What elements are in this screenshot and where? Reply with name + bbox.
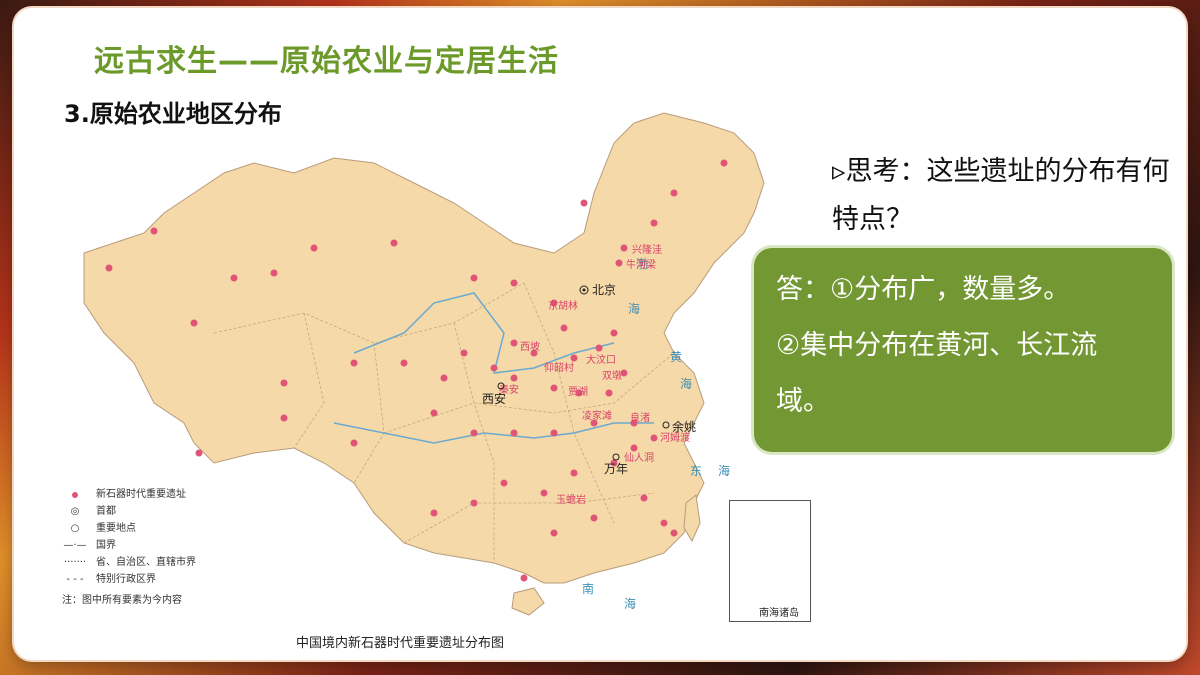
site-dot xyxy=(560,324,568,332)
site-dot xyxy=(615,259,623,267)
site-dot xyxy=(610,329,618,337)
site-dot xyxy=(490,364,498,372)
site-dot xyxy=(650,219,658,227)
site-dot xyxy=(470,429,478,437)
sea-label: 海 xyxy=(628,301,640,316)
site-dot xyxy=(400,359,408,367)
site-dot xyxy=(430,509,438,517)
site-dot xyxy=(720,159,728,167)
site-dot xyxy=(310,244,318,252)
site-dot xyxy=(270,269,278,277)
site-dot xyxy=(470,274,478,282)
site-dot xyxy=(350,439,358,447)
site-label: 凌家滩 xyxy=(582,409,612,422)
site-dot xyxy=(550,384,558,392)
sea-label: 海 xyxy=(624,596,636,611)
site-dot xyxy=(230,274,238,282)
city-label: 余姚 xyxy=(672,419,696,434)
place-icon: ○ xyxy=(70,523,80,534)
site-dot xyxy=(550,529,558,537)
site-dot xyxy=(570,354,578,362)
legend-item: - - - 特别行政区界 xyxy=(62,571,196,588)
site-label: 仙人洞 xyxy=(624,451,654,464)
site-dot xyxy=(150,227,158,235)
hainan-island xyxy=(511,587,545,616)
site-dot xyxy=(540,489,548,497)
site-dot xyxy=(605,389,613,397)
site-dot xyxy=(650,434,658,442)
site-dot xyxy=(570,469,578,477)
site-dot xyxy=(430,409,438,417)
site-dot xyxy=(580,199,588,207)
site-dot xyxy=(520,574,528,582)
site-label: 兴隆洼 xyxy=(632,243,662,256)
site-dot xyxy=(630,444,638,452)
legend-item: ······· 省、自治区、直辖市界 xyxy=(62,554,196,571)
answer-box: 答：①分布广，数量多。 ②集中分布在黄河、长江流域。 xyxy=(754,248,1172,452)
site-dot xyxy=(105,264,113,272)
city-label: 北京 xyxy=(592,283,616,297)
province-line-icon: ······· xyxy=(63,557,87,568)
site-label: 贾湖 xyxy=(568,386,588,398)
legend-item: ◎ 首都 xyxy=(62,503,196,520)
capital-icon: ◎ xyxy=(70,506,80,517)
answer-line: ②集中分布在黄河、长江流域。 xyxy=(776,330,1098,417)
site-dot xyxy=(670,189,678,197)
site-label: 玉蟾岩 xyxy=(556,493,586,506)
site-dot xyxy=(550,429,558,437)
think-question: ▹思考：这些遗址的分布有何特点？ xyxy=(832,148,1186,244)
map-caption: 中国境内新石器时代重要遗址分布图 xyxy=(296,636,505,651)
site-dot xyxy=(280,379,288,387)
site-dot xyxy=(350,359,358,367)
think-text: 思考：这些遗址的分布有何特点？ xyxy=(832,156,1170,235)
answer-line: 答：①分布广，数量多。 xyxy=(776,274,1071,305)
sea-label: 黄 xyxy=(670,350,682,364)
site-dot xyxy=(510,279,518,287)
site-dot xyxy=(500,479,508,487)
slide-frame: 远古求生——原始农业与定居生活 3.原始农业地区分布 渤 海 黄 海 东 海 南… xyxy=(14,8,1186,660)
sea-label: 海 xyxy=(718,463,730,478)
site-label: 大汶口 xyxy=(586,353,616,366)
sea-label: 东 xyxy=(690,464,702,478)
site-dot xyxy=(620,244,628,252)
border-line-icon: —·— xyxy=(63,540,87,551)
site-dot xyxy=(660,519,668,527)
site-dot xyxy=(190,319,198,327)
sar-line-icon: - - - xyxy=(66,574,84,585)
site-label: 牛河梁 xyxy=(626,258,656,271)
site-dot xyxy=(460,349,468,357)
site-label: 东胡林 xyxy=(548,299,578,312)
site-label: 良渚 xyxy=(630,411,650,424)
site-label: 双墩 xyxy=(602,369,622,382)
legend-item: 新石器时代重要遗址 xyxy=(62,486,196,503)
site-dot xyxy=(195,449,203,457)
inset-label: 南海诸岛 xyxy=(759,604,799,619)
legend-item: —·— 国界 xyxy=(62,537,196,554)
legend-item: ○ 重要地点 xyxy=(62,520,196,537)
site-dot xyxy=(510,339,518,347)
site-label: 仰韶村 xyxy=(544,361,574,374)
site-dot xyxy=(590,514,598,522)
site-dot xyxy=(595,344,603,352)
legend-note: 注：图中所有要素为今内容 xyxy=(62,595,182,606)
city-label: 西安 xyxy=(482,391,506,406)
site-dot xyxy=(670,529,678,537)
site-dot xyxy=(440,374,448,382)
site-dot xyxy=(470,499,478,507)
map-legend: 新石器时代重要遗址 ◎ 首都 ○ 重要地点 —·— 国界 ······· 省、自治区、直… xyxy=(62,486,196,609)
site-label: 西坡 xyxy=(520,340,540,353)
site-dot xyxy=(640,494,648,502)
site-dot-icon xyxy=(72,491,78,498)
city-label: 万年 xyxy=(604,462,628,476)
site-dot xyxy=(390,239,398,247)
site-dot xyxy=(510,374,518,382)
sea-label: 南 xyxy=(582,581,594,596)
slide-title: 远古求生——原始农业与定居生活 xyxy=(94,44,559,79)
triangle-bullet-icon: ▹ xyxy=(832,156,846,187)
site-dot xyxy=(280,414,288,422)
sea-label: 海 xyxy=(680,376,692,391)
site-dot xyxy=(510,429,518,437)
